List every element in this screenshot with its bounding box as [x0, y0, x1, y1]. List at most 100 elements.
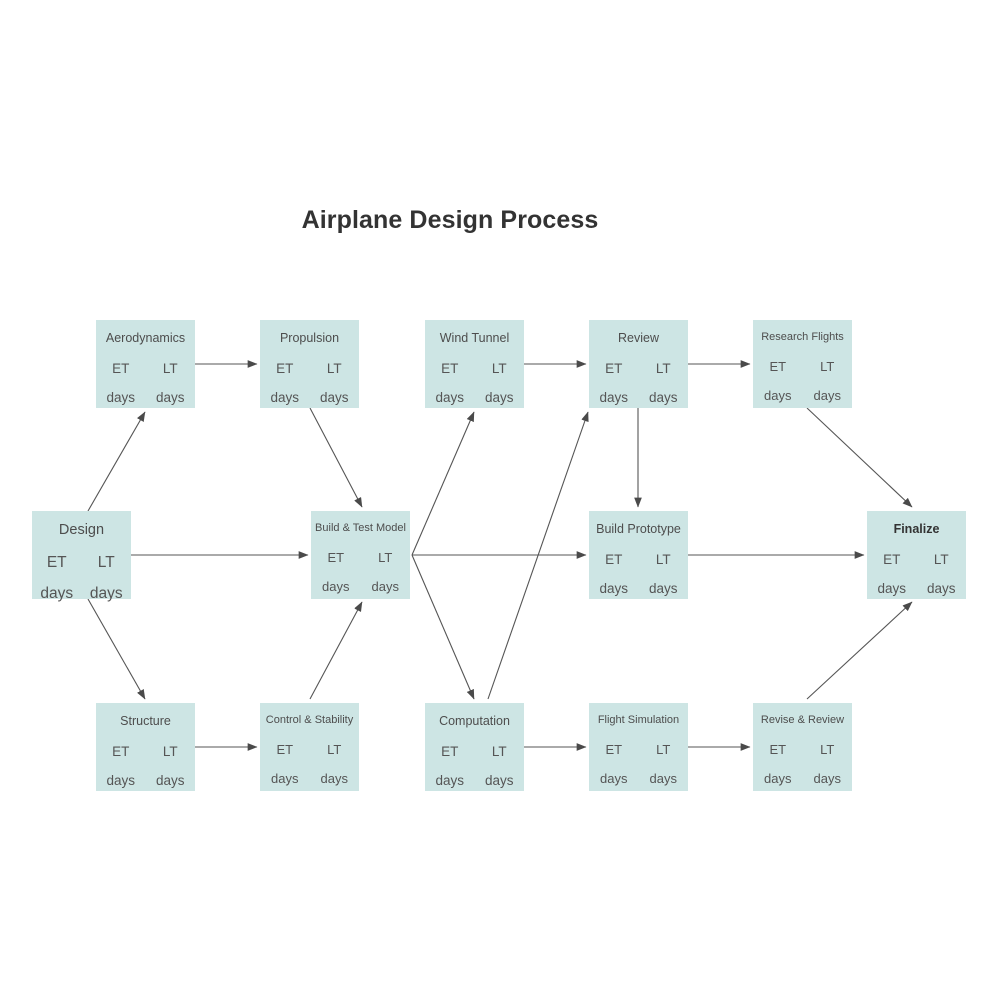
node-times-row-aerodynamics: ET LT: [96, 360, 195, 376]
node-computation[interactable]: Computation ET LT days days: [425, 703, 524, 791]
node-label-wind-tunnel: Wind Tunnel: [439, 331, 510, 345]
node-days-et-design: days: [40, 585, 74, 602]
node-lt-propulsion: LT: [326, 360, 342, 376]
node-build-test-model[interactable]: Build & Test Model ET LT days days: [311, 511, 410, 599]
node-label-control-stability: Control & Stability: [265, 714, 354, 726]
node-label-research-flights: Research Flights: [761, 331, 844, 343]
node-label-build-prototype: Build Prototype: [596, 522, 681, 536]
node-days-row-review: days days: [589, 391, 688, 405]
node-days-et-build-test-model: days: [322, 579, 350, 594]
node-et-build-prototype: ET: [605, 551, 623, 567]
node-lt-flight-simulation: LT: [656, 742, 671, 757]
node-structure[interactable]: Structure ET LT days days: [96, 703, 195, 791]
node-design[interactable]: Design ET LT days days: [32, 511, 131, 602]
node-days-row-build-prototype: days days: [589, 582, 688, 596]
node-days-et-review: days: [599, 390, 629, 405]
node-et-finalize: ET: [883, 551, 901, 567]
node-wind-tunnel[interactable]: Wind Tunnel ET LT days days: [425, 320, 524, 408]
node-label-structure: Structure: [120, 714, 171, 728]
node-label-aerodynamics: Aerodynamics: [105, 331, 186, 345]
edge-build-test-model-to-wind-tunnel: [411, 411, 475, 556]
node-et-design: ET: [46, 553, 67, 571]
node-label-finalize: Finalize: [893, 522, 940, 536]
node-days-et-aerodynamics: days: [106, 390, 136, 405]
node-et-aerodynamics: ET: [112, 360, 130, 376]
node-review[interactable]: Review ET LT days days: [589, 320, 688, 408]
edge-design-to-aerodynamics: [87, 411, 146, 512]
node-days-et-computation: days: [435, 773, 465, 788]
node-research-flights[interactable]: Research Flights ET LT days days: [753, 320, 852, 408]
node-control-stability[interactable]: Control & Stability ET LT days days: [260, 703, 359, 791]
node-build-prototype[interactable]: Build Prototype ET LT days days: [589, 511, 688, 599]
node-days-lt-computation: days: [484, 773, 514, 788]
node-label-build-test-model: Build & Test Model: [315, 522, 406, 534]
node-propulsion[interactable]: Propulsion ET LT days days: [260, 320, 359, 408]
node-et-control-stability: ET: [276, 742, 294, 757]
node-days-et-structure: days: [106, 773, 136, 788]
edge-layer: [87, 360, 913, 751]
edge-control-stability-to-build-test-model: [309, 601, 363, 700]
node-lt-finalize: LT: [933, 551, 949, 567]
node-lt-design: LT: [97, 553, 115, 571]
node-days-row-aerodynamics: days days: [96, 391, 195, 405]
node-finalize[interactable]: Finalize ET LT days days: [867, 511, 966, 599]
node-label-revise-review: Revise & Review: [760, 714, 845, 726]
node-times-row-review: ET LT: [589, 360, 688, 376]
node-days-et-wind-tunnel: days: [435, 390, 465, 405]
node-days-lt-revise-review: days: [813, 771, 841, 786]
node-times-row-flight-simulation: ET LT: [589, 743, 688, 756]
node-days-row-structure: days days: [96, 774, 195, 788]
node-times-row-finalize: ET LT: [867, 551, 966, 567]
node-et-structure: ET: [112, 743, 130, 759]
node-days-lt-build-prototype: days: [648, 581, 678, 596]
node-et-wind-tunnel: ET: [441, 360, 459, 376]
node-days-lt-structure: days: [155, 773, 185, 788]
node-days-lt-flight-simulation: days: [649, 771, 677, 786]
node-times-row-design: ET LT: [32, 553, 131, 571]
node-lt-wind-tunnel: LT: [491, 360, 507, 376]
node-times-row-revise-review: ET LT: [753, 743, 852, 756]
node-et-flight-simulation: ET: [605, 742, 623, 757]
node-lt-revise-review: LT: [820, 742, 835, 757]
node-days-row-design: days days: [32, 586, 131, 602]
node-lt-control-stability: LT: [327, 742, 342, 757]
node-label-design: Design: [58, 522, 105, 538]
node-days-row-wind-tunnel: days days: [425, 391, 524, 405]
node-times-row-computation: ET LT: [425, 743, 524, 759]
node-et-propulsion: ET: [276, 360, 294, 376]
node-label-propulsion: Propulsion: [279, 331, 340, 345]
node-days-lt-review: days: [648, 390, 678, 405]
node-lt-computation: LT: [491, 743, 507, 759]
node-days-row-computation: days days: [425, 774, 524, 788]
node-days-row-flight-simulation: days days: [589, 772, 688, 785]
node-days-lt-design: days: [89, 585, 123, 602]
node-times-row-control-stability: ET LT: [260, 743, 359, 756]
node-days-lt-wind-tunnel: days: [484, 390, 514, 405]
node-lt-research-flights: LT: [820, 359, 835, 374]
node-aerodynamics[interactable]: Aerodynamics ET LT days days: [96, 320, 195, 408]
node-et-build-test-model: ET: [327, 550, 345, 565]
node-days-row-revise-review: days days: [753, 772, 852, 785]
edge-revise-review-to-finalize: [806, 601, 913, 700]
node-days-row-finalize: days days: [867, 582, 966, 596]
node-et-research-flights: ET: [769, 359, 787, 374]
node-lt-review: LT: [655, 360, 671, 376]
node-times-row-research-flights: ET LT: [753, 360, 852, 373]
node-days-et-propulsion: days: [270, 390, 300, 405]
node-days-row-research-flights: days days: [753, 389, 852, 402]
node-days-row-control-stability: days days: [260, 772, 359, 785]
node-lt-structure: LT: [162, 743, 178, 759]
node-lt-build-test-model: LT: [378, 550, 393, 565]
edge-design-to-structure: [87, 598, 146, 700]
node-days-et-control-stability: days: [271, 771, 299, 786]
node-flight-simulation[interactable]: Flight Simulation ET LT days days: [589, 703, 688, 791]
node-revise-review[interactable]: Revise & Review ET LT days days: [753, 703, 852, 791]
node-days-lt-research-flights: days: [813, 388, 841, 403]
node-days-lt-propulsion: days: [319, 390, 349, 405]
page-title: Airplane Design Process: [301, 206, 599, 234]
node-days-et-research-flights: days: [764, 388, 792, 403]
node-et-revise-review: ET: [769, 742, 787, 757]
node-et-computation: ET: [441, 743, 459, 759]
node-days-lt-control-stability: days: [320, 771, 348, 786]
node-times-row-build-test-model: ET LT: [311, 551, 410, 564]
